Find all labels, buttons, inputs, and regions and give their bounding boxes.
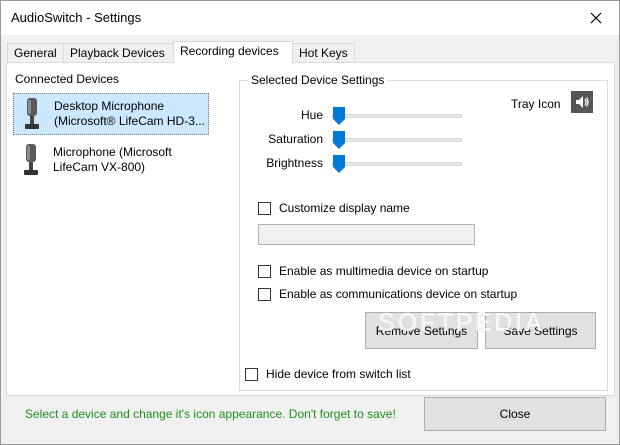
tab-recording-devices[interactable]: Recording devices	[173, 41, 293, 64]
hue-label: Hue	[300, 108, 323, 122]
brightness-label: Brightness	[266, 156, 323, 170]
hide-device-checkbox-row[interactable]: Hide device from switch list	[245, 367, 411, 381]
recording-devices-panel: Connected Devices Desktop Microphone (Mi…	[6, 62, 615, 396]
device-name-line2: LifeCam VX-800)	[53, 160, 146, 174]
hue-slider-thumb[interactable]	[333, 107, 345, 125]
tab-playback-devices-label: Playback Devices	[70, 46, 165, 60]
window-title: AudioSwitch - Settings	[11, 10, 142, 25]
remove-settings-label: Remove Settings	[375, 323, 468, 338]
save-settings-label: Save Settings	[503, 323, 578, 338]
saturation-slider-thumb[interactable]	[333, 131, 345, 149]
title-bar: AudioSwitch - Settings	[1, 1, 619, 35]
tab-hot-keys-label: Hot Keys	[299, 46, 348, 60]
hide-device-checkbox[interactable]	[245, 367, 258, 381]
hue-slider-track[interactable]	[332, 114, 462, 118]
remove-settings-button[interactable]: Remove Settings	[365, 312, 478, 349]
microphone-icon	[25, 98, 39, 129]
customize-name-checkbox[interactable]	[258, 201, 271, 215]
display-name-input[interactable]	[258, 224, 475, 245]
saturation-slider-track[interactable]	[332, 138, 462, 142]
brightness-slider-thumb[interactable]	[333, 155, 345, 173]
multimedia-checkbox[interactable]	[258, 264, 271, 278]
microphone-icon	[24, 144, 38, 175]
device-name-line2: (Microsoft® LifeCam HD-3...	[54, 114, 205, 128]
communications-checkbox[interactable]	[258, 287, 271, 301]
tab-playback-devices[interactable]: Playback Devices	[63, 43, 175, 62]
saturation-label: Saturation	[268, 132, 323, 146]
tab-general[interactable]: General	[7, 43, 64, 62]
tray-icon-preview[interactable]	[571, 91, 593, 113]
selected-device-settings-group: Selected Device Settings Tray Icon Hue S…	[239, 73, 608, 391]
device-name-line1: Microphone (Microsoft	[53, 145, 172, 159]
connected-devices-heading: Connected Devices	[15, 72, 120, 86]
speaker-icon	[576, 96, 589, 108]
communications-label: Enable as communications device on start…	[279, 287, 518, 301]
window-close-button[interactable]	[573, 1, 619, 35]
multimedia-checkbox-row[interactable]: Enable as multimedia device on startup	[258, 264, 488, 278]
selected-device-settings-heading: Selected Device Settings	[248, 73, 388, 87]
tray-icon-label: Tray Icon	[511, 97, 561, 111]
hide-device-label: Hide device from switch list	[266, 367, 411, 381]
save-settings-button[interactable]: Save Settings	[485, 312, 596, 349]
device-name-line1: Desktop Microphone	[54, 99, 165, 113]
communications-checkbox-row[interactable]: Enable as communications device on start…	[258, 287, 517, 301]
brightness-slider-track[interactable]	[332, 162, 462, 166]
close-button-label: Close	[499, 407, 531, 421]
device-list-item[interactable]: Desktop Microphone (Microsoft® LifeCam H…	[13, 93, 209, 135]
close-button[interactable]: Close	[424, 397, 606, 431]
close-icon	[590, 12, 602, 24]
status-message: Select a device and change it's icon app…	[25, 407, 396, 421]
multimedia-label: Enable as multimedia device on startup	[279, 264, 489, 278]
settings-window: AudioSwitch - Settings General Playback …	[0, 0, 620, 445]
tab-general-label: General	[14, 46, 57, 60]
tab-hot-keys[interactable]: Hot Keys	[292, 43, 355, 62]
tab-recording-devices-label: Recording devices	[180, 44, 279, 58]
customize-name-label: Customize display name	[279, 201, 410, 215]
customize-name-checkbox-row[interactable]: Customize display name	[258, 201, 410, 215]
device-list-item[interactable]: Microphone (Microsoft LifeCam VX-800)	[13, 139, 209, 181]
